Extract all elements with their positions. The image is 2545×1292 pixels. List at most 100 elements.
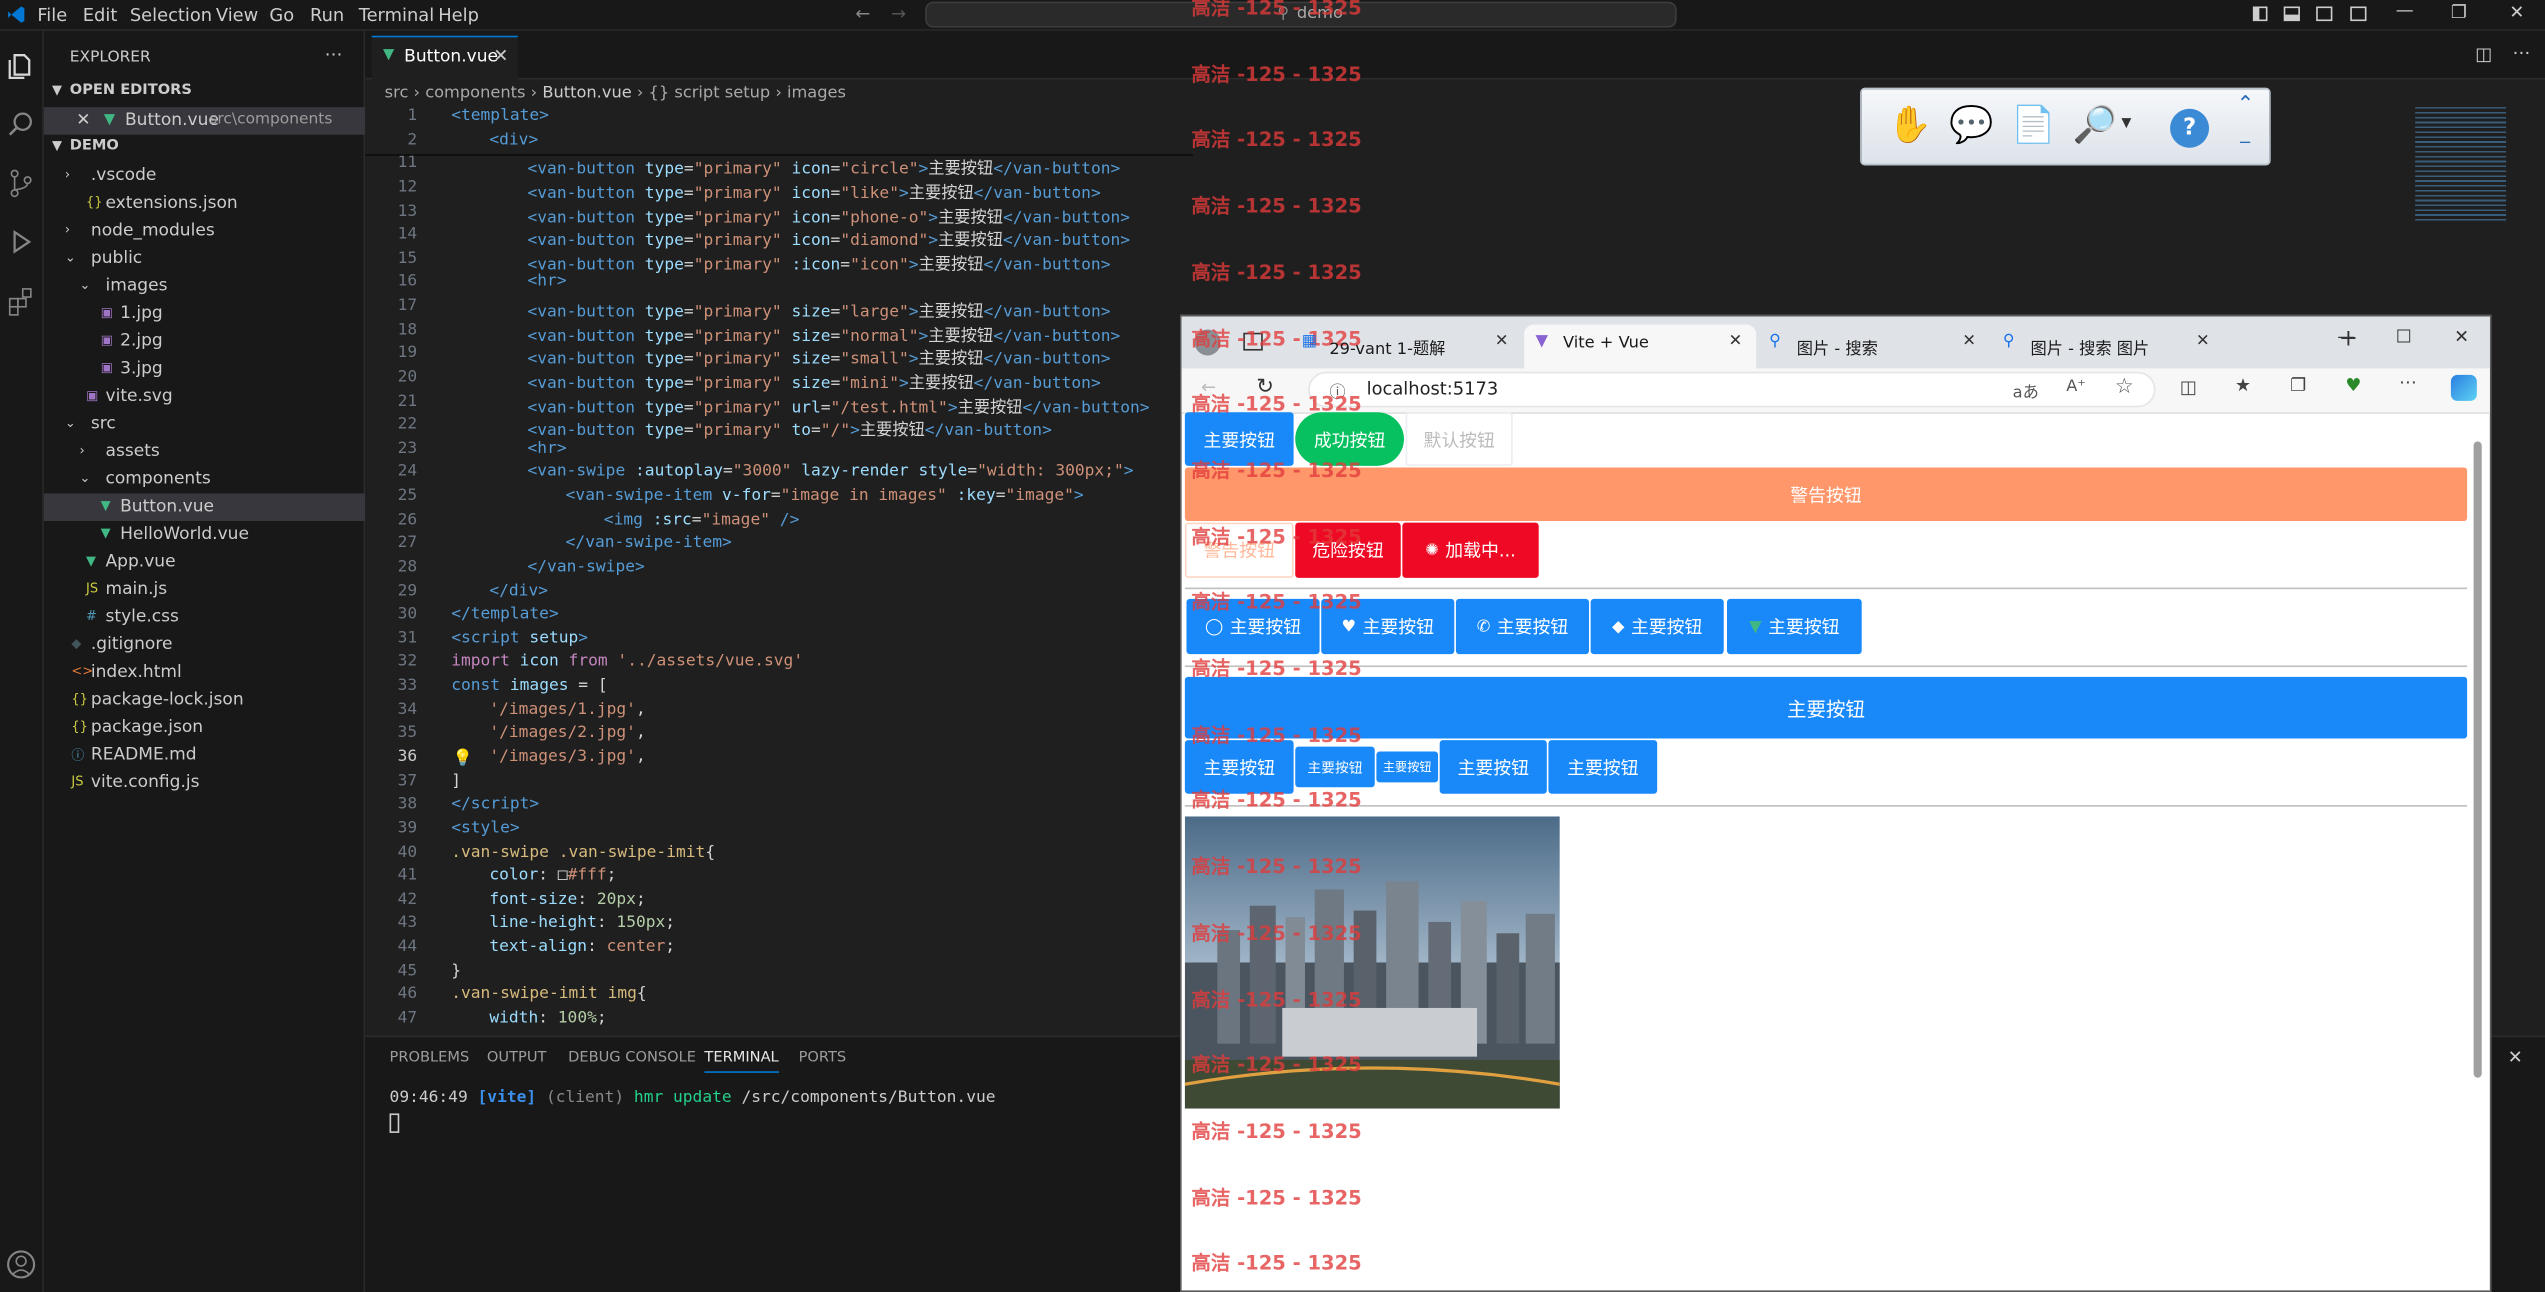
code-line[interactable]: 24 <van-swipe :autoplay="3000" lazy-rende…	[365, 463, 1193, 487]
favorite-star-icon[interactable]: ☆	[2115, 375, 2134, 399]
page-scrollbar[interactable]	[2473, 441, 2482, 1078]
settings-more-icon[interactable]: ⋯	[2399, 372, 2417, 393]
code-line[interactable]: 33 const images = [	[365, 677, 1193, 701]
address-bar[interactable]: ⓘ localhost:5173 aあ A⁺ ☆	[1308, 371, 2156, 408]
browser-essentials-icon[interactable]: ♥	[2345, 375, 2361, 396]
menu-terminal[interactable]: Terminal	[359, 5, 434, 26]
browser-tab[interactable]: ⚲ 图片 - 搜索 图片 ✕	[1992, 325, 2224, 369]
close-tab-icon[interactable]: ✕	[1729, 333, 1743, 351]
panel-tab[interactable]: DEBUG CONSOLE	[568, 1050, 696, 1066]
code-line[interactable]: 38 </script>	[365, 796, 1193, 820]
document-search-icon[interactable]: 🔎	[2073, 106, 2117, 147]
browser-maximize-icon[interactable]: ☐	[2396, 326, 2412, 347]
close-tab-icon[interactable]: ✕	[1495, 333, 1509, 351]
browser-tab[interactable]: ▼ Vite + Vue ✕	[1524, 324, 1757, 369]
browser-close-icon[interactable]: ✕	[2454, 326, 2469, 347]
icon-button[interactable]: ✆ 主要按钮	[1455, 598, 1590, 655]
tree-item[interactable]: › .vscode	[44, 162, 365, 190]
tree-item[interactable]: › node_modules	[44, 217, 365, 245]
tree-item[interactable]: ▣ 3.jpg	[44, 355, 365, 383]
code-line[interactable]: 2 <div>	[365, 131, 1193, 155]
hand-icon[interactable]: ✋	[1888, 106, 1932, 147]
breadcrumb-item[interactable]: {} script setup	[649, 84, 771, 102]
menu-edit[interactable]: Edit	[83, 5, 118, 26]
panel-tab[interactable]: PORTS	[799, 1050, 847, 1066]
large-button[interactable]: 主要按钮	[1184, 676, 2468, 739]
code-line[interactable]: 20 <van-button type="primary" size="mini"…	[365, 368, 1193, 392]
code-line[interactable]: 17 <van-button type="primary" size="large…	[365, 297, 1193, 321]
comment-icon[interactable]: 💬	[1949, 106, 1993, 147]
tree-item[interactable]: ⌄ src	[44, 411, 365, 439]
code-line[interactable]: 44 text-align: center;	[365, 938, 1193, 962]
code-line[interactable]: 16 <hr>	[365, 273, 1193, 297]
document-export-icon[interactable]: 📄	[2011, 106, 2055, 147]
tree-item[interactable]: › assets	[44, 438, 365, 466]
code-line[interactable]: 45}	[365, 962, 1193, 986]
code-line[interactable]: 11 <van-button type="primary" icon="circl…	[365, 155, 1193, 179]
tree-item[interactable]: ▣ 1.jpg	[44, 300, 365, 328]
code-line[interactable]: 12 <van-button type="primary" icon="like"…	[365, 178, 1193, 202]
close-tab-icon[interactable]: ✕	[2196, 333, 2210, 351]
close-panel-icon[interactable]: ✕	[2508, 1047, 2523, 1068]
code-line[interactable]: 40 .van-swipe .van-swipe-imit{	[365, 843, 1193, 867]
tab-button-vue[interactable]: ▼ Button.vue ✕	[371, 35, 518, 80]
pin-icon[interactable]: −	[2238, 135, 2252, 153]
code-line[interactable]: 21 <van-button type="primary" url="/test.…	[365, 392, 1193, 416]
code-line[interactable]: 34 '/images/1.jpg',	[365, 701, 1193, 725]
more-actions-icon[interactable]: ⋯	[325, 44, 343, 65]
collections-icon[interactable]: ❐	[2290, 375, 2306, 396]
code-line[interactable]: 43 line-height: 150px;	[365, 914, 1193, 938]
minimize-icon[interactable]: —	[2396, 0, 2414, 21]
default-button[interactable]: 默认按钮	[1405, 412, 1513, 466]
code-line[interactable]: 36 '/images/3.jpg',	[365, 748, 1193, 772]
code-line[interactable]: 19 <van-button type="primary" size="small…	[365, 345, 1193, 369]
browser-tab[interactable]: ▦ 29-vant 1-题解 ✕	[1290, 325, 1522, 369]
favorites-icon[interactable]: ★	[2235, 375, 2251, 396]
dropdown-icon[interactable]: ▼	[2121, 115, 2131, 130]
code-line[interactable]: 1 <template>	[365, 107, 1193, 131]
url-button[interactable]: 主要按钮	[1439, 740, 1547, 794]
breadcrumb-item[interactable]: images	[787, 84, 846, 102]
translate-icon[interactable]: aあ	[2013, 378, 2039, 403]
tree-item[interactable]: ▣ 2.jpg	[44, 328, 365, 356]
terminal-output[interactable]: 09:46:49 [vite] (client) hmr update /src…	[390, 1089, 996, 1107]
close-window-icon[interactable]: ✕	[2509, 2, 2524, 23]
open-editor-item[interactable]: ✕ ▼ Button.vue src\components	[43, 107, 366, 135]
route-button[interactable]: 主要按钮	[1548, 740, 1658, 794]
code-line[interactable]: 26 <img :src="image" />	[365, 511, 1193, 535]
tree-item[interactable]: ▼ HelloWorld.vue	[44, 521, 365, 549]
code-line[interactable]: 32 import icon from '../assets/vue.svg'	[365, 653, 1193, 677]
code-line[interactable]: 46 .van-swipe-imit img{	[365, 986, 1193, 1010]
code-line[interactable]: 29 </div>	[365, 582, 1193, 606]
tree-item[interactable]: ⓘ README.md	[44, 742, 365, 770]
close-tab-icon[interactable]: ✕	[493, 45, 508, 66]
tree-item[interactable]: JS vite.config.js	[44, 769, 365, 797]
menu-go[interactable]: Go	[269, 5, 294, 26]
restore-icon[interactable]: ❐	[2451, 2, 2467, 23]
code-line[interactable]: 37]	[365, 772, 1193, 796]
open-editors-header[interactable]: ▼ OPEN EDITORS	[44, 80, 365, 108]
tree-item[interactable]: {} extensions.json	[44, 190, 365, 218]
code-line[interactable]: 47 width: 100%;	[365, 1009, 1193, 1033]
breadcrumb-item[interactable]: Button.vue	[542, 84, 631, 102]
tree-item[interactable]: {} package.json	[44, 714, 365, 742]
code-line[interactable]: 41 color: □#fff;	[365, 867, 1193, 891]
code-line[interactable]: 42 font-size: 20px;	[365, 891, 1193, 915]
explorer-icon[interactable]	[5, 50, 37, 82]
back-arrow-icon[interactable]: ←	[855, 3, 870, 24]
code-line[interactable]: 15 <van-button type="primary" :icon="icon…	[365, 250, 1193, 274]
close-tab-icon[interactable]: ✕	[1962, 333, 1976, 351]
toggle-sidebar-icon[interactable]	[2252, 6, 2268, 22]
forward-arrow-icon[interactable]: →	[891, 3, 906, 24]
breadcrumb-item[interactable]: components	[425, 84, 525, 102]
search-icon[interactable]	[5, 109, 37, 141]
close-icon[interactable]: ✕	[76, 110, 90, 129]
menu-help[interactable]: Help	[438, 5, 479, 26]
tree-item[interactable]: ▣ vite.svg	[44, 383, 365, 411]
code-line[interactable]: 22 <van-button type="primary" to="/">主要按钮…	[365, 416, 1193, 440]
icon-button[interactable]: ▼ 主要按钮	[1726, 598, 1862, 655]
menu-selection[interactable]: Selection	[130, 5, 212, 26]
tree-item[interactable]: ◆ .gitignore	[44, 631, 365, 659]
code-line[interactable]: 23 <hr>	[365, 440, 1193, 464]
extensions-icon[interactable]	[5, 284, 37, 316]
